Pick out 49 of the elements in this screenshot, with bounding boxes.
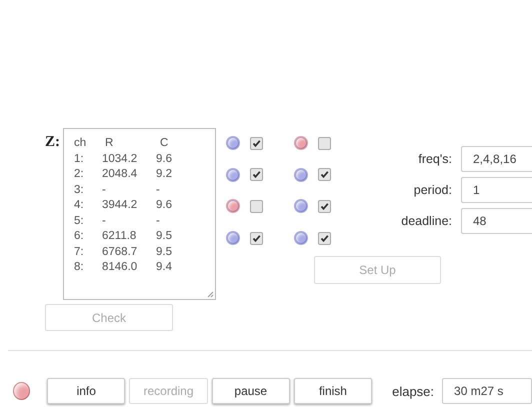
action-button[interactable]: finish [294, 378, 372, 404]
readout-textarea[interactable]: ch R C 1: 1034.2 9.6 2: 2048.4 9.2 3: - - 4: 3944.2 9.6 5: - - 6: 6211.8 9.5 7: 6768.7 9.5 8: 8146.0 9.4 [63, 128, 216, 300]
field-label: period: [412, 183, 453, 197]
readout-value: 6: [74, 229, 85, 244]
readout-value: 4: [74, 198, 85, 213]
readout-value: 5: [74, 214, 85, 228]
readout-value: - [156, 182, 161, 198]
checkbox[interactable] [250, 232, 263, 245]
readout-value: 9.5 [156, 229, 173, 244]
readout-value: 8146.0 [102, 260, 138, 275]
readout-value: 9.4 [156, 260, 173, 275]
checkbox[interactable] [250, 136, 263, 150]
readout-value: 6768.7 [102, 244, 138, 260]
checkbox[interactable] [318, 168, 331, 182]
resize-grip-icon[interactable] [207, 291, 214, 298]
checkbox[interactable] [250, 200, 263, 213]
readout-value: 9.6 [156, 198, 173, 213]
action-button[interactable]: info [47, 378, 126, 404]
readout-value: 2: [74, 167, 85, 182]
readout-value: 1034.2 [102, 152, 138, 166]
readout-value: 9.6 [156, 152, 173, 166]
column-header: ch [74, 136, 88, 151]
field-label: freq's: [417, 152, 453, 166]
checkbox[interactable] [318, 232, 331, 245]
column-header: C [159, 136, 170, 151]
readout-value: - [102, 182, 107, 198]
readout-value: - [102, 214, 107, 228]
readout-value: - [156, 214, 161, 228]
elapse-label: elapse: [392, 384, 436, 398]
readout-value: 7: [74, 244, 85, 260]
action-button[interactable]: pause [212, 378, 290, 404]
checkbox[interactable] [250, 168, 263, 182]
field-label: deadline: [400, 214, 453, 228]
input-field[interactable]: 2,4,8,16 [461, 146, 532, 172]
readout-value: 8: [74, 260, 85, 275]
z-label: Z: [45, 133, 61, 152]
readout-value: 9.2 [156, 167, 173, 182]
readout-value: 9.5 [156, 244, 173, 260]
elapse-field[interactable]: 30 m27 s [442, 378, 532, 404]
column-header: R [104, 136, 114, 151]
readout-value: 6211.8 [102, 229, 138, 244]
checkbox[interactable] [318, 200, 331, 213]
readout-value: 3944.2 [102, 198, 138, 213]
input-field[interactable]: 1 [461, 177, 532, 203]
readout-value: 2048.4 [102, 167, 138, 182]
input-field[interactable]: 48 [461, 208, 532, 234]
checkbox[interactable] [318, 136, 331, 150]
readout-value: 1: [74, 152, 85, 166]
readout-value: 3: [74, 182, 85, 198]
